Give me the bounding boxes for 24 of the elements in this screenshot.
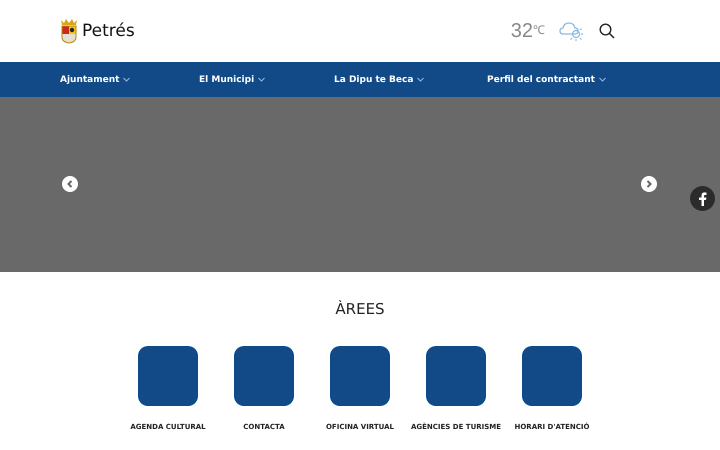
nav-menu-item[interactable]: La Dipu te Beca bbox=[334, 74, 424, 84]
facebook-icon bbox=[698, 192, 707, 206]
nav-menu-item[interactable]: Perfil del contractant bbox=[487, 74, 606, 84]
chevron-down-icon bbox=[258, 77, 266, 82]
area-tile[interactable] bbox=[522, 346, 582, 406]
previous-slide-button[interactable] bbox=[62, 176, 78, 192]
temperature: 32℃ bbox=[510, 20, 545, 42]
section-title: ÀREES bbox=[335, 300, 385, 318]
area-tile[interactable] bbox=[138, 346, 198, 406]
search-icon[interactable] bbox=[599, 23, 615, 39]
site-name[interactable]: Petrés bbox=[82, 21, 135, 41]
chevron-left-icon bbox=[66, 180, 74, 188]
nav-menu-item[interactable]: Ajuntament bbox=[60, 74, 130, 84]
area-tile[interactable] bbox=[234, 346, 294, 406]
chevron-down-icon bbox=[598, 77, 606, 82]
chevron-down-icon bbox=[123, 77, 130, 82]
nav-menu-item[interactable]: El Municipi bbox=[199, 74, 266, 84]
cloud-sun-icon bbox=[559, 20, 585, 42]
coat-of-arms-icon bbox=[60, 18, 78, 44]
area-tile[interactable] bbox=[426, 346, 486, 406]
next-slide-button[interactable] bbox=[641, 176, 657, 192]
area-tile[interactable] bbox=[330, 346, 390, 406]
chevron-right-icon bbox=[645, 180, 653, 188]
chevron-down-icon bbox=[417, 77, 424, 82]
